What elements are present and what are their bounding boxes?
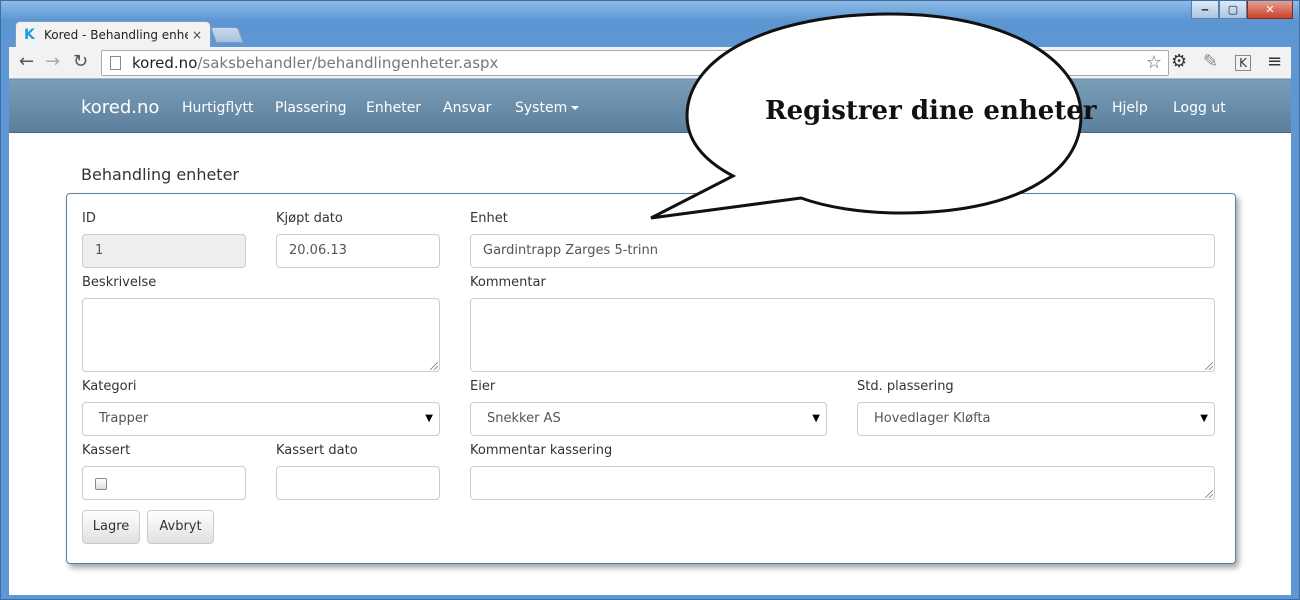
callout-text: Registrer dine enheter <box>765 96 1097 126</box>
new-tab-button[interactable] <box>210 27 244 43</box>
back-arrow-icon[interactable]: ← <box>19 53 34 71</box>
select-arrow-icon: ▼ <box>1200 413 1208 424</box>
enhet-label: Enhet <box>470 211 508 226</box>
resize-grip-icon[interactable] <box>1205 490 1213 498</box>
resize-grip-icon[interactable] <box>430 362 438 370</box>
menu-icon[interactable]: ≡ <box>1267 52 1282 72</box>
kassert-dato-field[interactable] <box>276 466 440 500</box>
eier-label: Eier <box>470 379 496 394</box>
select-arrow-icon: ▼ <box>425 413 433 424</box>
minimize-button[interactable]: ‒ <box>1191 1 1219 19</box>
kommentar-kassering-label: Kommentar kassering <box>470 443 613 458</box>
nav-system-dropdown[interactable]: System <box>515 100 580 116</box>
kassert-label: Kassert <box>82 443 131 458</box>
nav-hjelp[interactable]: Hjelp <box>1112 100 1148 116</box>
forward-arrow-icon[interactable]: → <box>45 53 60 71</box>
reload-icon[interactable]: ↻ <box>73 53 88 71</box>
kassert-checkbox-container <box>82 466 246 500</box>
kommentar-textarea[interactable] <box>470 298 1215 372</box>
page-icon <box>110 56 121 70</box>
kjopt-dato-label: Kjøpt dato <box>276 211 343 226</box>
select-arrow-icon: ▼ <box>812 413 820 424</box>
url-path: /saksbehandler/behandlingenheter.aspx <box>197 54 499 72</box>
eier-select[interactable]: Snekker AS ▼ <box>470 402 827 436</box>
browser-tab[interactable]: K Kored - Behandling enhet × <box>15 21 211 47</box>
std-plassering-selected-value: Hovedlager Kløfta <box>874 411 991 426</box>
kategori-selected-value: Trapper <box>99 411 149 426</box>
bookmark-star-icon[interactable]: ☆ <box>1146 51 1162 75</box>
kassert-dato-label: Kassert dato <box>276 443 358 458</box>
cancel-button[interactable]: Avbryt <box>147 510 214 544</box>
eyedropper-extension-icon[interactable]: ✎ <box>1203 52 1218 72</box>
tab-close-icon[interactable]: × <box>192 28 202 42</box>
browser-window: ‒ ▢ ✕ K Kored - Behandling enhet × ← → ↻… <box>0 0 1300 600</box>
close-window-button[interactable]: ✕ <box>1247 1 1293 19</box>
resize-grip-icon[interactable] <box>1205 362 1213 370</box>
tab-title: Kored - Behandling enhet <box>44 27 188 42</box>
beskrivelse-label: Beskrivelse <box>82 275 157 290</box>
url-domain: kored.no <box>132 54 198 72</box>
save-button[interactable]: Lagre <box>82 510 140 544</box>
kategori-select[interactable]: Trapper ▼ <box>82 402 440 436</box>
nav-logg-ut[interactable]: Logg ut <box>1173 100 1226 116</box>
window-controls: ‒ ▢ ✕ <box>1191 1 1293 19</box>
std-plassering-select[interactable]: Hovedlager Kløfta ▼ <box>857 402 1215 436</box>
kjopt-dato-field[interactable]: 20.06.13 <box>276 234 440 268</box>
brand-link[interactable]: kored.no <box>81 97 159 118</box>
enhet-field[interactable]: Gardintrapp Zarges 5-trinn <box>470 234 1215 268</box>
eier-selected-value: Snekker AS <box>487 411 561 426</box>
nav-ansvar[interactable]: Ansvar <box>443 100 491 116</box>
kategori-label: Kategori <box>82 379 137 394</box>
k-extension-icon[interactable]: K <box>1235 55 1251 71</box>
maximize-button[interactable]: ▢ <box>1219 1 1247 19</box>
id-label: ID <box>82 211 96 226</box>
page-title: Behandling enheter <box>81 165 239 184</box>
nav-hurtigflytt[interactable]: Hurtigflytt <box>182 100 254 116</box>
std-plassering-label: Std. plassering <box>857 379 954 394</box>
beskrivelse-textarea[interactable] <box>82 298 440 372</box>
kommentar-label: Kommentar <box>470 275 546 290</box>
nav-plassering[interactable]: Plassering <box>275 100 347 116</box>
settings-gear-icon[interactable]: ⚙ <box>1171 52 1187 72</box>
kommentar-kassering-textarea[interactable] <box>470 466 1215 500</box>
caret-down-icon <box>571 106 580 110</box>
kored-favicon-icon: K <box>24 26 35 43</box>
nav-system-label: System <box>515 100 568 116</box>
nav-enheter[interactable]: Enheter <box>366 100 421 116</box>
kassert-checkbox[interactable] <box>95 478 107 490</box>
id-field: 1 <box>82 234 246 268</box>
unit-form-panel: ID 1 Kjøpt dato 20.06.13 Enhet Gardintra… <box>66 193 1236 564</box>
